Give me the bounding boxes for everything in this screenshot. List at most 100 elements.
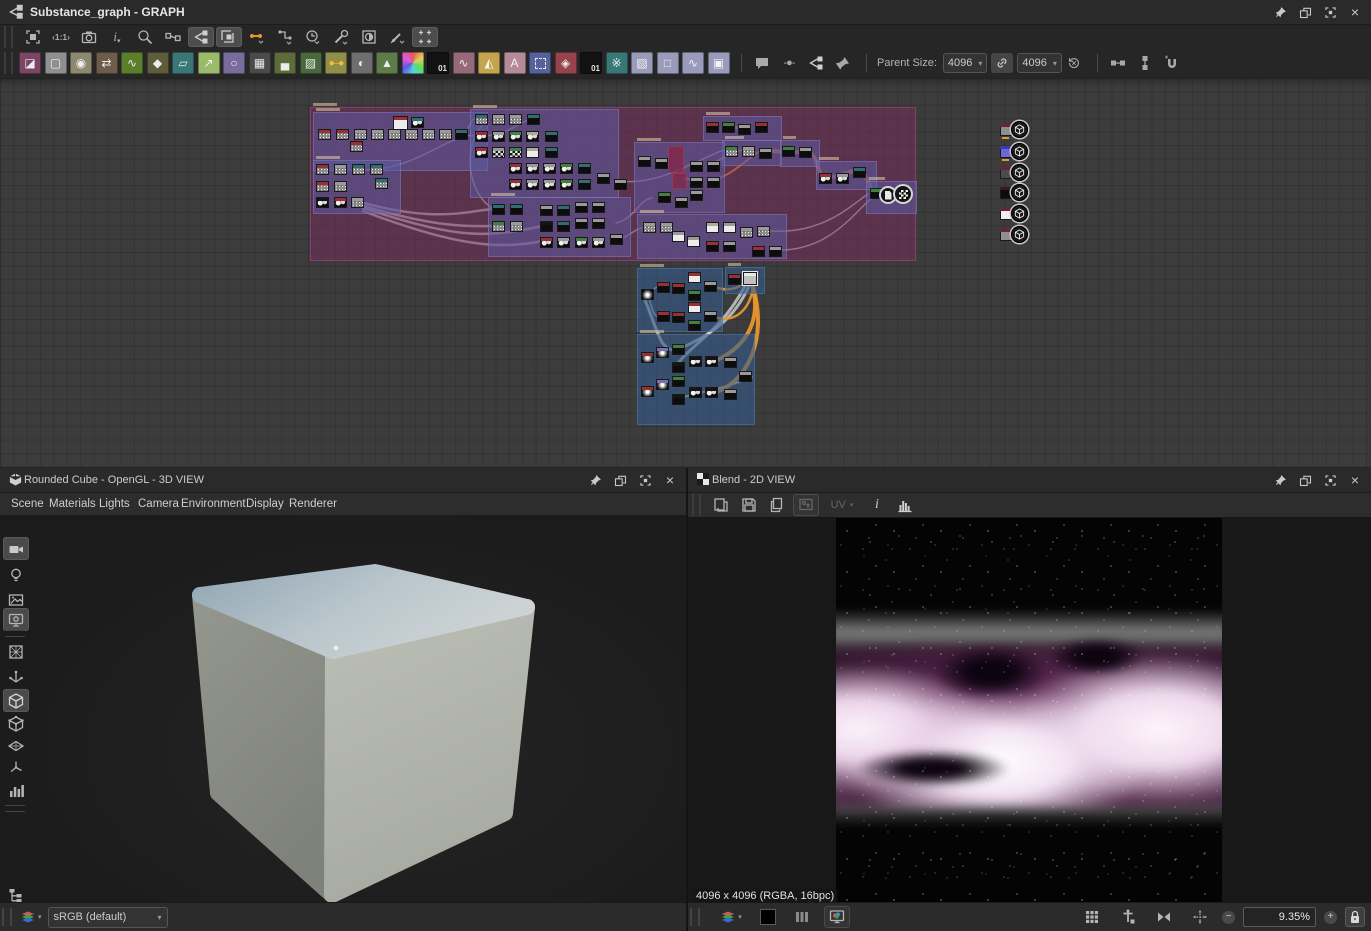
graph-node[interactable] bbox=[690, 161, 703, 172]
graph-node[interactable] bbox=[704, 281, 717, 292]
graph-node[interactable] bbox=[592, 237, 605, 248]
graph-node[interactable] bbox=[560, 163, 573, 174]
graph-node[interactable] bbox=[782, 146, 795, 157]
dot-node-icon[interactable]: -●- bbox=[777, 52, 801, 74]
graph-node[interactable] bbox=[643, 222, 656, 233]
graph-node[interactable] bbox=[575, 218, 588, 229]
parent-height-dropdown[interactable]: 4096▾ bbox=[1017, 53, 1062, 73]
graph-node[interactable] bbox=[689, 387, 702, 398]
guides-icon[interactable] bbox=[1116, 907, 1140, 927]
graph-node[interactable] bbox=[819, 173, 832, 184]
fractal-node-button[interactable]: ※ bbox=[606, 52, 628, 74]
screenshot-icon[interactable] bbox=[76, 27, 102, 47]
graph-node[interactable] bbox=[560, 179, 573, 190]
graph-node[interactable] bbox=[739, 371, 752, 382]
filter-thumbnails-icon[interactable] bbox=[216, 27, 242, 47]
sharpen-node-button[interactable]: ◆ bbox=[147, 52, 169, 74]
menu-camera[interactable]: Camera bbox=[138, 498, 179, 510]
graph-node[interactable] bbox=[722, 122, 735, 133]
graph-node[interactable] bbox=[707, 161, 720, 172]
graph-node[interactable] bbox=[707, 177, 720, 188]
duplicate-view-icon[interactable] bbox=[709, 495, 733, 515]
graph-node[interactable] bbox=[641, 289, 654, 300]
graph-node[interactable] bbox=[334, 181, 347, 192]
graph-node[interactable] bbox=[492, 131, 505, 142]
graph-node[interactable] bbox=[656, 347, 669, 358]
square-node-button[interactable]: ▣ bbox=[708, 52, 730, 74]
graph-node[interactable] bbox=[351, 197, 364, 208]
graph-node[interactable] bbox=[557, 205, 570, 216]
graph-node[interactable] bbox=[672, 283, 685, 294]
graph-node[interactable] bbox=[316, 197, 329, 208]
pin-button[interactable] bbox=[1272, 4, 1288, 20]
graph-node[interactable] bbox=[509, 131, 522, 142]
mirror-node-button[interactable]: ◭ bbox=[478, 52, 500, 74]
graph-node[interactable] bbox=[509, 114, 522, 125]
connection-color-icon[interactable] bbox=[244, 27, 270, 47]
graph-node[interactable] bbox=[578, 163, 591, 174]
graph-node[interactable] bbox=[439, 129, 452, 140]
graph-node[interactable] bbox=[540, 205, 553, 216]
uniform-color-node-button[interactable]: □ bbox=[657, 52, 679, 74]
graph-node[interactable] bbox=[755, 122, 768, 133]
pin-node-icon[interactable] bbox=[831, 52, 855, 74]
close-button[interactable]: × bbox=[1347, 4, 1363, 20]
graph-node[interactable] bbox=[723, 241, 736, 252]
graph-node[interactable] bbox=[752, 246, 765, 257]
graph-node[interactable] bbox=[475, 131, 488, 142]
graph-node[interactable] bbox=[690, 177, 703, 188]
histogram-icon[interactable] bbox=[893, 495, 917, 515]
graph-node[interactable] bbox=[318, 129, 331, 140]
graph-node[interactable] bbox=[690, 190, 703, 201]
export-image-icon[interactable] bbox=[793, 494, 819, 516]
graph-node[interactable] bbox=[352, 164, 365, 175]
graph-node[interactable] bbox=[672, 231, 685, 242]
blend-node-button[interactable]: ●–● bbox=[325, 52, 347, 74]
light-icon[interactable] bbox=[3, 563, 29, 586]
graph-node[interactable] bbox=[656, 379, 669, 390]
transformation-node-button[interactable]: ▱ bbox=[172, 52, 194, 74]
graph-node[interactable] bbox=[526, 131, 539, 142]
graph-node[interactable] bbox=[836, 173, 849, 184]
graph-node[interactable] bbox=[704, 311, 717, 322]
pin-button[interactable] bbox=[587, 472, 603, 488]
graph-node[interactable] bbox=[641, 386, 654, 397]
align-vertical-icon[interactable] bbox=[1133, 52, 1157, 74]
graph-node[interactable] bbox=[578, 179, 591, 190]
gradient-dynamic-node-button[interactable]: ▧ bbox=[631, 52, 653, 74]
graph-node[interactable] bbox=[334, 164, 347, 175]
info-icon[interactable]: i bbox=[865, 495, 889, 515]
graph-node[interactable] bbox=[526, 147, 539, 158]
view2d-viewport[interactable]: 4096 x 4096 (RGBA, 16bpc) bbox=[688, 517, 1371, 903]
graph-node[interactable] bbox=[422, 129, 435, 140]
graph-node[interactable] bbox=[675, 197, 688, 208]
graph-node[interactable] bbox=[336, 129, 349, 140]
graph-node[interactable] bbox=[350, 141, 363, 152]
graph-node[interactable] bbox=[388, 129, 401, 140]
svg-node-button[interactable]: ▢ bbox=[45, 52, 67, 74]
graph-node[interactable] bbox=[545, 131, 558, 142]
graph-node[interactable] bbox=[316, 181, 329, 192]
graph-node[interactable] bbox=[557, 237, 570, 248]
link-routing-icon[interactable] bbox=[272, 27, 298, 47]
drag-grip[interactable] bbox=[690, 908, 700, 926]
text-node-button[interactable]: A bbox=[504, 52, 526, 74]
graph-node[interactable] bbox=[672, 394, 685, 405]
output-circle-node[interactable] bbox=[881, 188, 895, 202]
crop-node-button[interactable] bbox=[529, 52, 551, 74]
graph-frame[interactable] bbox=[668, 146, 684, 173]
graph-node[interactable] bbox=[657, 282, 670, 293]
maximize-button[interactable] bbox=[637, 472, 653, 488]
graph-node[interactable] bbox=[527, 114, 540, 125]
align-horizontal-icon[interactable] bbox=[1106, 52, 1130, 74]
graph-node[interactable] bbox=[706, 222, 719, 233]
graph-node[interactable] bbox=[540, 221, 553, 232]
graph-node[interactable] bbox=[853, 167, 866, 178]
close-button[interactable]: × bbox=[1347, 472, 1363, 488]
colorspace-select[interactable]: sRGB (default)▾ bbox=[48, 907, 168, 928]
fit-frame-icon[interactable] bbox=[3, 640, 29, 663]
search-icon[interactable] bbox=[132, 27, 158, 47]
graph-node[interactable] bbox=[740, 227, 753, 238]
graph-node[interactable] bbox=[597, 173, 610, 184]
tiling-icon[interactable] bbox=[790, 907, 814, 927]
